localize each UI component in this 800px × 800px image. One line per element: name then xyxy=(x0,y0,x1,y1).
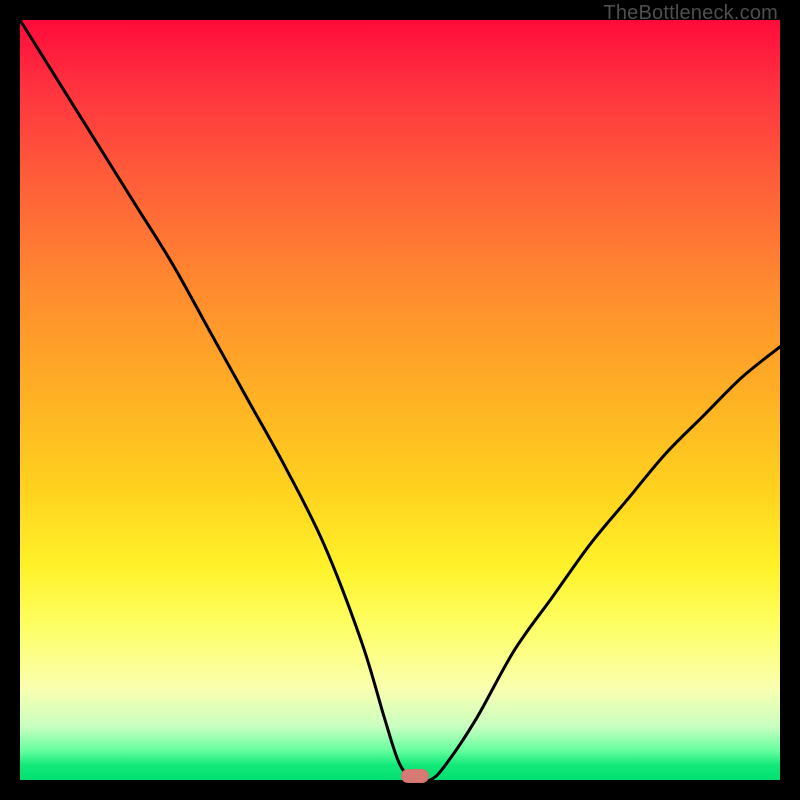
bottleneck-curve xyxy=(20,20,780,780)
optimal-marker xyxy=(401,769,429,783)
plot-area xyxy=(20,20,780,780)
watermark-text: TheBottleneck.com xyxy=(603,2,778,25)
chart-frame: TheBottleneck.com xyxy=(0,0,800,800)
